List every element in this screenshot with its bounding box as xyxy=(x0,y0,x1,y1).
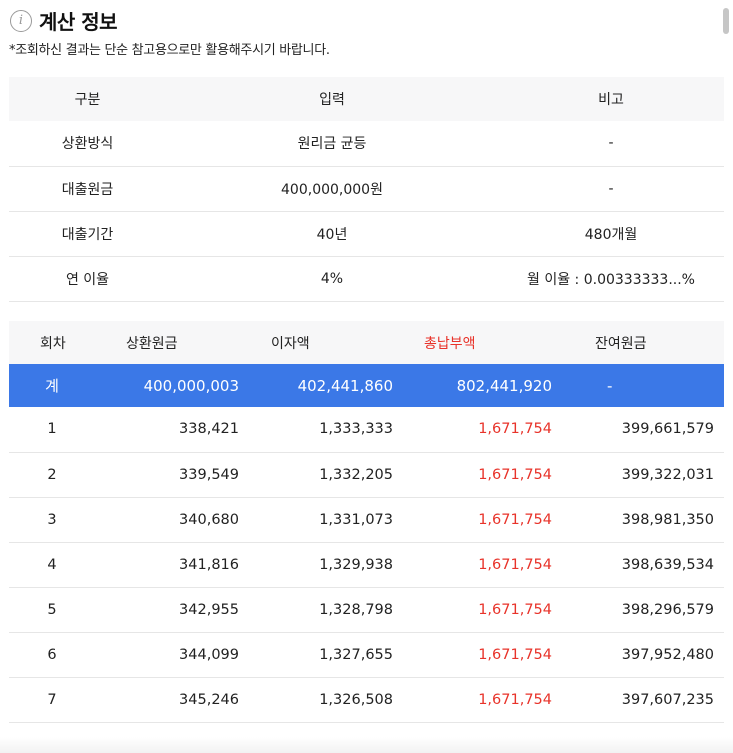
section-header: i 계산 정보 xyxy=(10,6,118,35)
table-row: 5 342,955 1,328,798 1,671,754 398,296,57… xyxy=(9,587,724,633)
cell-round: 4 xyxy=(9,542,95,588)
sum-remaining-balance: - xyxy=(553,364,724,407)
cell-remaining-balance: 398,981,350 xyxy=(553,497,724,543)
cell-total-payment: 1,671,754 xyxy=(394,407,553,453)
cell-remaining-balance: 397,607,235 xyxy=(553,677,724,723)
summary-row-principal: 대출원금 400,000,000원 - xyxy=(9,166,724,212)
summary-label: 대출기간 xyxy=(9,211,166,257)
summary-remark: 480개월 xyxy=(498,211,724,257)
cell-total-payment: 1,671,754 xyxy=(394,632,553,678)
cell-interest: 1,327,655 xyxy=(239,632,394,678)
schedule-col-principal: 상환원금 xyxy=(95,321,239,364)
cell-interest: 1,326,508 xyxy=(239,677,394,723)
scroll-fade xyxy=(0,737,733,753)
schedule-col-interest: 이자액 xyxy=(239,321,394,364)
calculation-summary-table: 구분 입력 비고 상환방식 원리금 균등 - 대출원금 400,000,000원… xyxy=(9,77,724,302)
scrollbar-thumb[interactable] xyxy=(723,8,729,34)
summary-col-category: 구분 xyxy=(9,77,166,121)
cell-interest: 1,333,333 xyxy=(239,407,394,453)
summary-value: 4% xyxy=(166,256,498,302)
schedule-col-remaining-balance: 잔여원금 xyxy=(553,321,724,364)
summary-row-repayment-method: 상환방식 원리금 균등 - xyxy=(9,121,724,167)
cell-interest: 1,329,938 xyxy=(239,542,394,588)
schedule-header-row: 회차 상환원금 이자액 총납부액 잔여원금 xyxy=(9,321,724,364)
cell-total-payment: 1,671,754 xyxy=(394,452,553,498)
cell-round: 1 xyxy=(9,407,95,453)
repayment-schedule-table: 회차 상환원금 이자액 총납부액 잔여원금 계 400,000,003 402,… xyxy=(9,321,724,723)
cell-remaining-balance: 399,322,031 xyxy=(553,452,724,498)
summary-label: 상환방식 xyxy=(9,121,166,167)
summary-label: 대출원금 xyxy=(9,166,166,212)
cell-round: 5 xyxy=(9,587,95,633)
cell-round: 7 xyxy=(9,677,95,723)
sum-principal: 400,000,003 xyxy=(95,364,239,407)
summary-remark: - xyxy=(498,121,724,167)
cell-interest: 1,332,205 xyxy=(239,452,394,498)
cell-remaining-balance: 398,639,534 xyxy=(553,542,724,588)
table-row: 7 345,246 1,326,508 1,671,754 397,607,23… xyxy=(9,677,724,723)
cell-remaining-balance: 399,661,579 xyxy=(553,407,724,453)
cell-total-payment: 1,671,754 xyxy=(394,497,553,543)
table-row: 4 341,816 1,329,938 1,671,754 398,639,53… xyxy=(9,542,724,588)
cell-total-payment: 1,671,754 xyxy=(394,587,553,633)
schedule-col-round: 회차 xyxy=(9,321,95,364)
schedule-sum-row: 계 400,000,003 402,441,860 802,441,920 - xyxy=(9,364,724,407)
summary-row-interest-rate: 연 이율 4% 월 이율 : 0.00333333...% xyxy=(9,256,724,302)
summary-value: 400,000,000원 xyxy=(166,166,498,212)
summary-row-loan-period: 대출기간 40년 480개월 xyxy=(9,211,724,257)
summary-remark: - xyxy=(498,166,724,212)
summary-value: 원리금 균등 xyxy=(166,121,498,167)
cell-principal: 342,955 xyxy=(95,587,239,633)
cell-principal: 340,680 xyxy=(95,497,239,543)
cell-principal: 341,816 xyxy=(95,542,239,588)
cell-round: 6 xyxy=(9,632,95,678)
cell-total-payment: 1,671,754 xyxy=(394,677,553,723)
summary-header-row: 구분 입력 비고 xyxy=(9,77,724,121)
vertical-scrollbar[interactable] xyxy=(722,0,730,753)
summary-value: 40년 xyxy=(166,211,498,257)
table-row: 2 339,549 1,332,205 1,671,754 399,322,03… xyxy=(9,452,724,498)
page-title: 계산 정보 xyxy=(39,10,118,34)
cell-interest: 1,328,798 xyxy=(239,587,394,633)
sum-interest: 402,441,860 xyxy=(239,364,394,407)
cell-principal: 338,421 xyxy=(95,407,239,453)
schedule-col-total-payment: 총납부액 xyxy=(394,321,553,364)
summary-col-remarks: 비고 xyxy=(498,77,724,121)
sum-label: 계 xyxy=(9,364,95,407)
table-row: 3 340,680 1,331,073 1,671,754 398,981,35… xyxy=(9,497,724,543)
cell-round: 3 xyxy=(9,497,95,543)
disclaimer-notice: *조회하신 결과는 단순 참고용으로만 활용해주시기 바랍니다. xyxy=(9,43,330,58)
summary-remark: 월 이율 : 0.00333333...% xyxy=(498,256,724,302)
info-icon: i xyxy=(10,9,32,32)
cell-principal: 344,099 xyxy=(95,632,239,678)
cell-remaining-balance: 398,296,579 xyxy=(553,587,724,633)
summary-label: 연 이율 xyxy=(9,256,166,302)
cell-interest: 1,331,073 xyxy=(239,497,394,543)
table-row: 6 344,099 1,327,655 1,671,754 397,952,48… xyxy=(9,632,724,678)
sum-total-payment: 802,441,920 xyxy=(394,364,553,407)
summary-col-input: 입력 xyxy=(166,77,498,121)
cell-round: 2 xyxy=(9,452,95,498)
cell-principal: 345,246 xyxy=(95,677,239,723)
cell-remaining-balance: 397,952,480 xyxy=(553,632,724,678)
cell-principal: 339,549 xyxy=(95,452,239,498)
table-row: 1 338,421 1,333,333 1,671,754 399,661,57… xyxy=(9,407,724,453)
cell-total-payment: 1,671,754 xyxy=(394,542,553,588)
